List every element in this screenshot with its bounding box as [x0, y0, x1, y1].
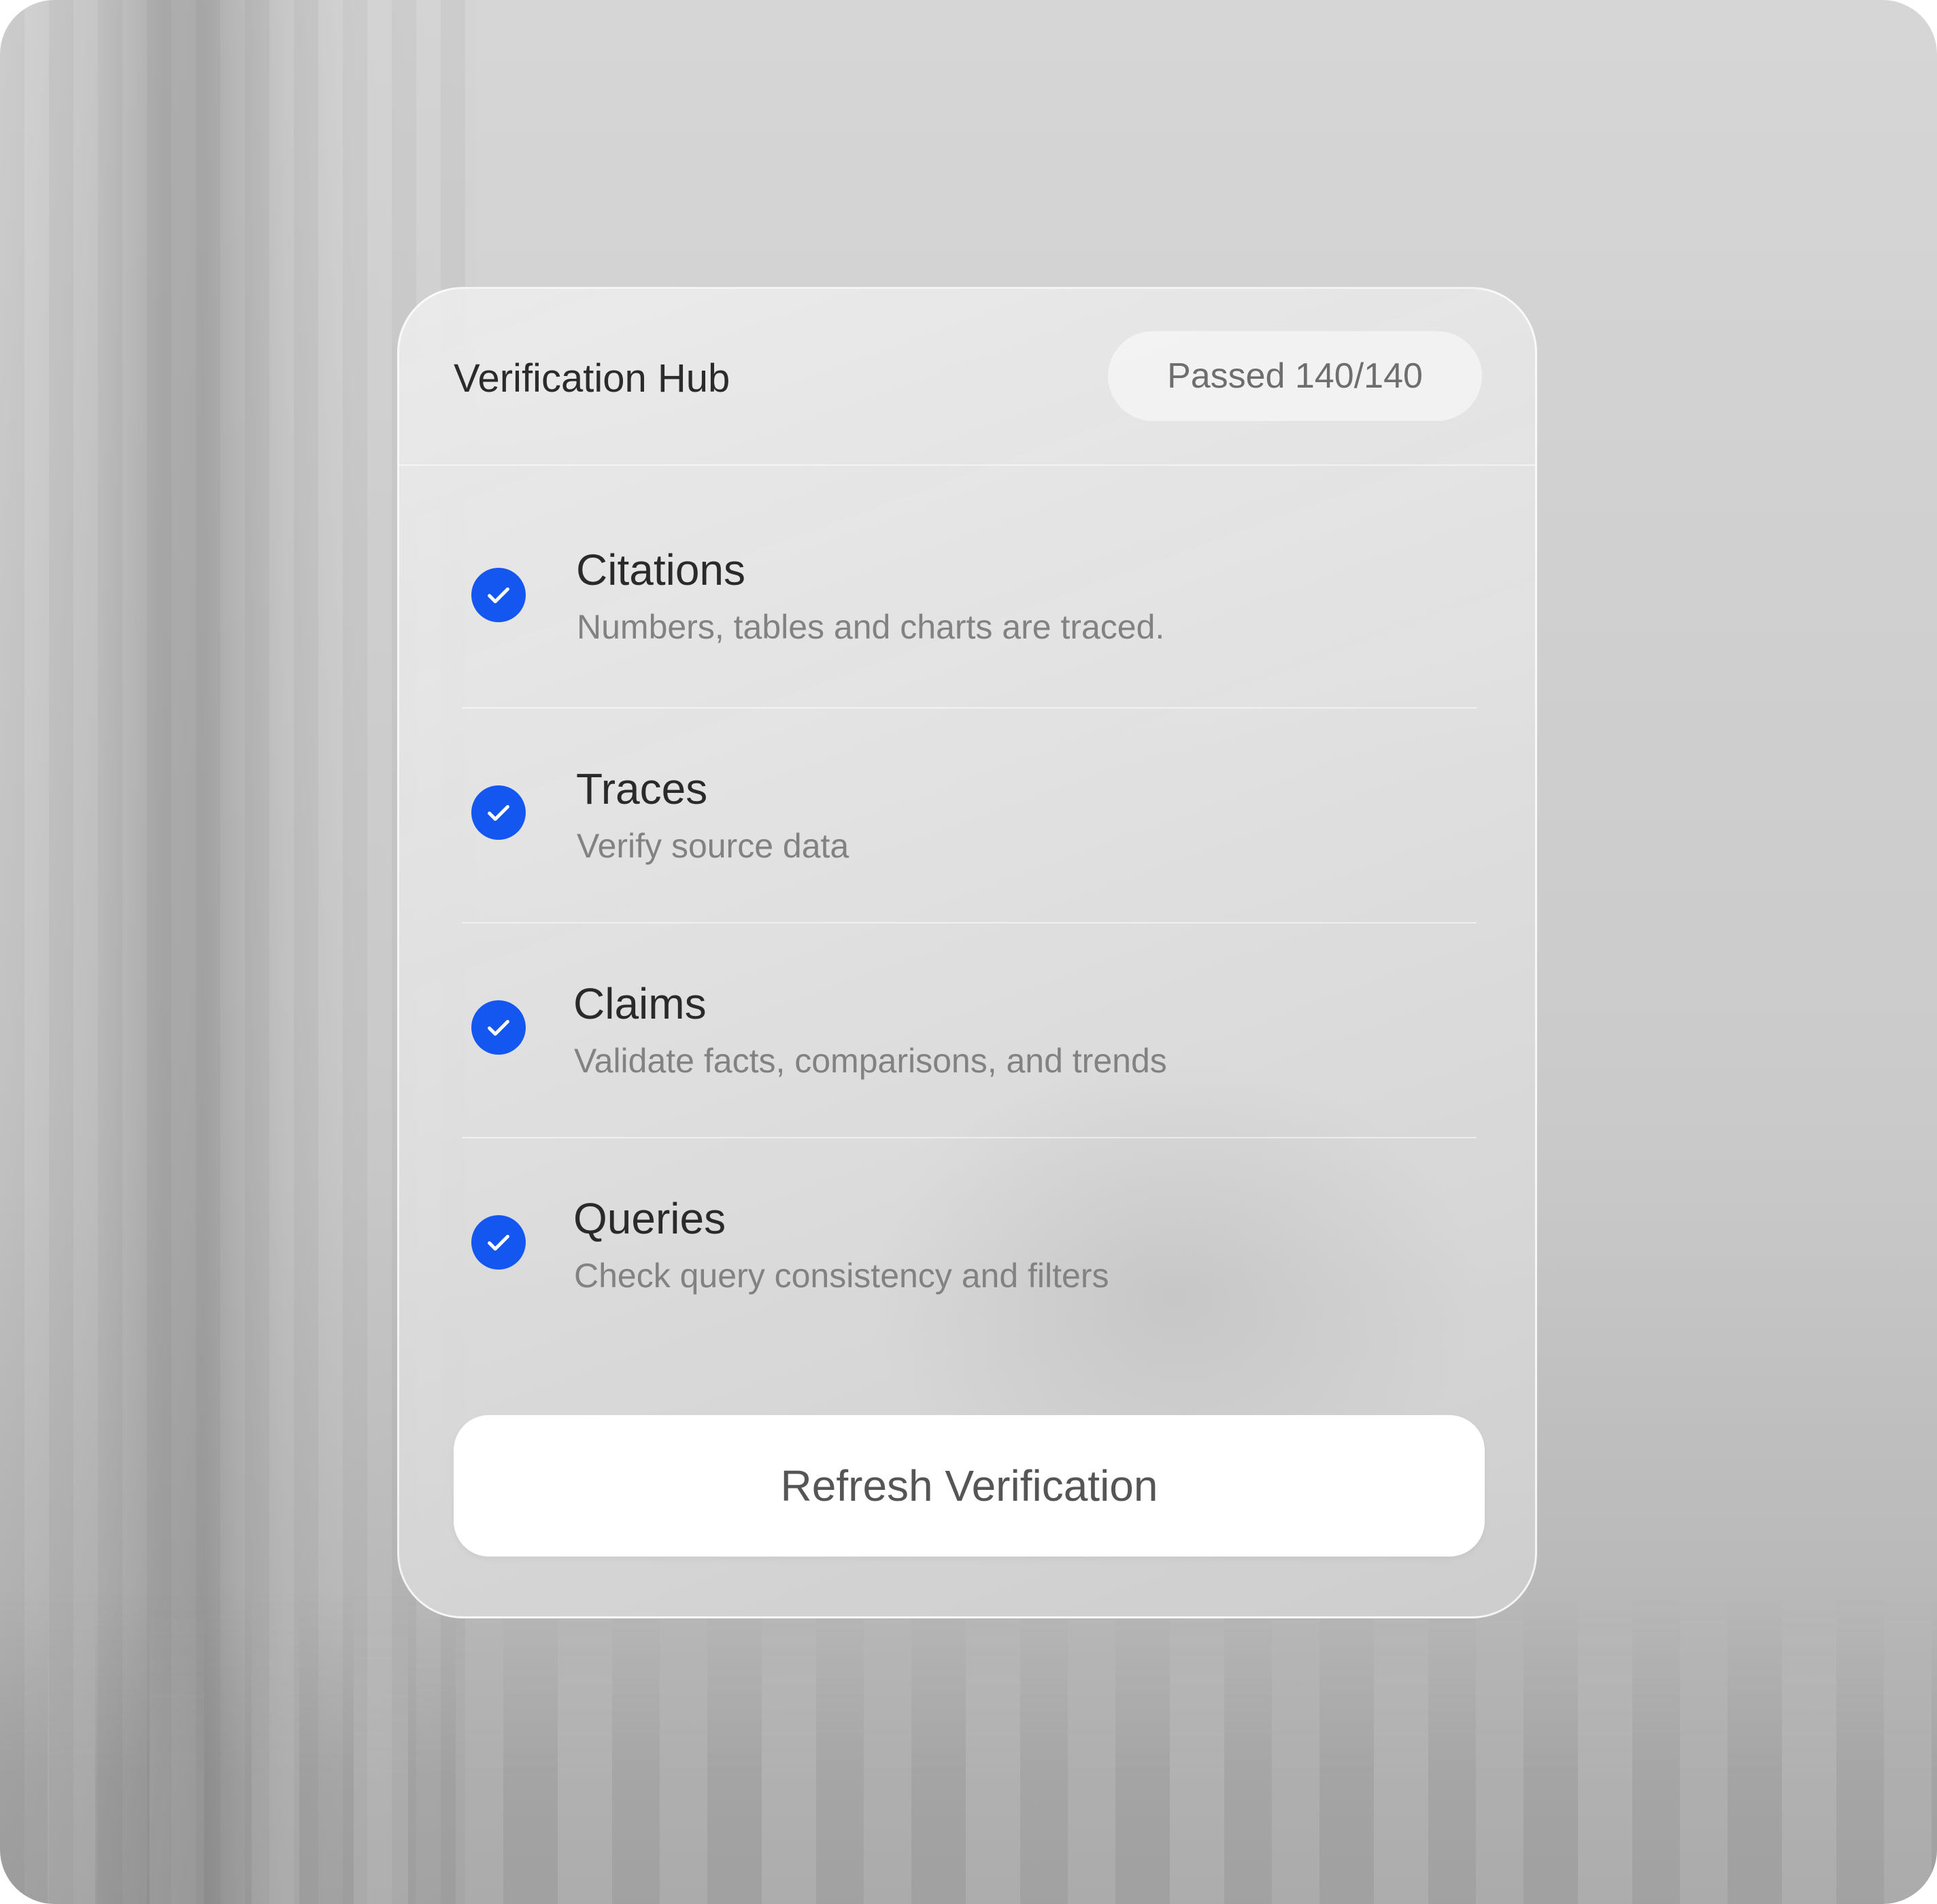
divider: [462, 922, 1477, 923]
check-item-claims: Claims Validate facts, comparisons, and …: [399, 953, 1535, 1157]
check-item-citations: Citations Numbers, tables and charts are…: [399, 519, 1535, 723]
check-item-title: Claims: [573, 979, 707, 1028]
check-icon: [471, 568, 526, 622]
status-badge: Passed 140/140: [1108, 331, 1482, 421]
check-item-traces: Traces Verify source data: [399, 738, 1535, 942]
check-item-title: Citations: [576, 545, 745, 594]
check-icon: [471, 785, 526, 840]
verification-hub-panel: Verification Hub Passed 140/140 Citation…: [397, 287, 1537, 1618]
check-item-description: Verify source data: [577, 827, 849, 865]
divider: [462, 707, 1477, 709]
check-item-title: Traces: [576, 764, 708, 813]
backdrop-streaks-bottom: [0, 1591, 1937, 1904]
check-item-description: Validate facts, comparisons, and trends: [574, 1042, 1167, 1080]
check-item-title: Queries: [573, 1194, 726, 1243]
check-item-queries: Queries Check query consistency and filt…: [399, 1168, 1535, 1372]
check-icon: [471, 1215, 526, 1270]
panel-header: Verification Hub Passed 140/140: [399, 289, 1535, 466]
divider: [462, 1137, 1477, 1138]
refresh-verification-button[interactable]: Refresh Verification: [454, 1415, 1485, 1557]
background-frame: Verification Hub Passed 140/140 Citation…: [0, 0, 1937, 1904]
panel-title: Verification Hub: [454, 356, 730, 401]
check-item-description: Check query consistency and filters: [574, 1257, 1109, 1295]
check-icon: [471, 1000, 526, 1055]
check-item-description: Numbers, tables and charts are traced.: [577, 608, 1165, 646]
